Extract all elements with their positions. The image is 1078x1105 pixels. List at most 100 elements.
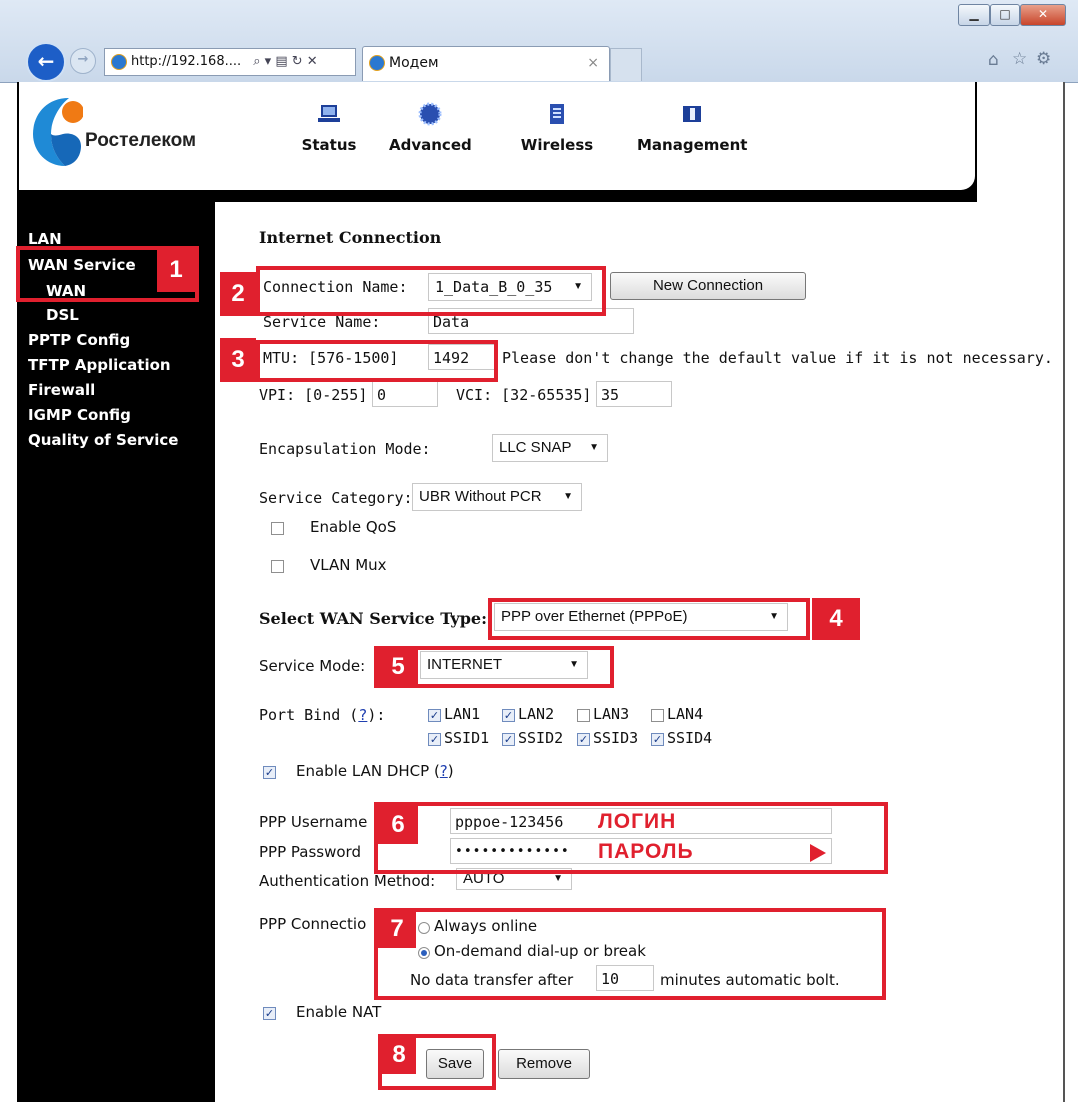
ssid2-checkbox[interactable]: ✓ (502, 733, 515, 746)
password-annotation-label: ПАРОЛЬ (598, 840, 694, 863)
annotation-badge-6: 6 (378, 806, 418, 844)
enable-lan-dhcp-checkbox[interactable]: ✓ (263, 766, 276, 779)
annotation-badge-2: 2 (220, 272, 256, 316)
lan2-label: LAN2 (518, 705, 555, 723)
new-connection-button[interactable]: New Connection (610, 272, 806, 300)
nav-wireless[interactable]: Wireless (517, 102, 597, 154)
enable-qos-label: Enable QoS (310, 518, 397, 536)
lan4-label: LAN4 (667, 705, 704, 723)
annotation-badge-5: 5 (378, 648, 418, 686)
address-bar[interactable]: http://192.168.... ⌕ ▾ ▤ ↻ ✕ (104, 48, 356, 76)
ssid4-label: SSID4 (667, 729, 713, 747)
vlan-mux-label: VLAN Mux (310, 556, 387, 574)
vpi-label: VPI: [0-255] (259, 386, 368, 404)
remove-button[interactable]: Remove (498, 1049, 590, 1079)
browser-tab[interactable]: Модем × (362, 46, 610, 81)
nav-management-label: Management (637, 136, 748, 154)
sidebar-item-firewall[interactable]: Firewall (28, 381, 95, 399)
service-category-select[interactable]: UBR Without PCR ▼ (412, 483, 582, 511)
sidebar-item-tftp[interactable]: TFTP Application (28, 356, 171, 374)
red-arrow-icon (810, 844, 826, 862)
lan1-checkbox[interactable]: ✓ (428, 709, 441, 722)
rostelecom-logo-icon (33, 98, 83, 166)
brand-name: Ростелеком (85, 130, 197, 151)
globe-icon (418, 102, 442, 126)
enable-nat-checkbox[interactable]: ✓ (263, 1007, 276, 1020)
lan1-label: LAN1 (444, 705, 481, 723)
back-arrow-icon: ← (37, 49, 55, 73)
port-bind-help-link[interactable]: ? (358, 706, 367, 724)
browser-chrome: ▁ □ ✕ ← → http://192.168.... ⌕ ▾ ▤ ↻ ✕ М… (0, 0, 1078, 83)
favorites-star-icon[interactable]: ☆ (1012, 49, 1027, 69)
ppp-connection-label: PPP Connectio (259, 915, 367, 933)
new-tab-button[interactable] (610, 48, 642, 81)
lan-dhcp-help-link[interactable]: ? (440, 762, 448, 780)
close-window-button[interactable]: ✕ (1020, 4, 1066, 26)
ssid4-checkbox[interactable]: ✓ (651, 733, 664, 746)
lan3-checkbox[interactable] (577, 709, 590, 722)
auth-method-label: Authentication Method: (259, 872, 436, 890)
ssid3-label: SSID3 (593, 729, 639, 747)
sidebar-item-qos[interactable]: Quality of Service (28, 431, 178, 449)
chevron-down-icon: ▼ (589, 442, 599, 453)
login-annotation-label: ЛОГИН (598, 810, 677, 833)
annotation-box-2 (256, 266, 606, 316)
annotation-badge-8: 8 (382, 1036, 416, 1074)
service-category-label: Service Category: (259, 489, 413, 507)
lan4-checkbox[interactable] (651, 709, 664, 722)
annotation-badge-7: 7 (378, 910, 416, 948)
forward-arrow-icon: → (77, 52, 89, 67)
encapsulation-value: LLC SNAP (499, 439, 572, 456)
ssid1-checkbox[interactable]: ✓ (428, 733, 441, 746)
vci-label: VCI: [32-65535] (456, 386, 592, 404)
laptop-icon (318, 105, 340, 122)
vci-input[interactable]: 35 (596, 381, 672, 407)
lan2-checkbox[interactable]: ✓ (502, 709, 515, 722)
enable-lan-dhcp-label: Enable LAN DHCP (?) (296, 762, 454, 780)
page-header: Ростелеком Status Advanced Wireless Mana… (19, 82, 975, 190)
maximize-button[interactable]: □ (990, 4, 1020, 26)
back-button[interactable]: ← (26, 42, 66, 82)
annotation-box-7 (374, 908, 886, 1000)
vlan-mux-checkbox[interactable] (271, 560, 284, 573)
home-icon[interactable]: ⌂ (988, 50, 999, 70)
ppp-username-label: PPP Username (259, 813, 368, 831)
tab-close-icon[interactable]: × (587, 47, 599, 79)
tab-favicon (369, 55, 385, 71)
ssid2-label: SSID2 (518, 729, 564, 747)
enable-qos-checkbox[interactable] (271, 522, 284, 535)
ppp-password-label: PPP Password (259, 843, 361, 861)
minimize-button[interactable]: ▁ (958, 4, 990, 26)
nav-wireless-label: Wireless (520, 136, 594, 154)
ie-page-icon (111, 53, 127, 70)
nav-status-label: Status (301, 136, 357, 154)
section-title: Internet Connection (259, 228, 442, 247)
port-bind-label: Port Bind (?): (259, 706, 386, 724)
service-category-value: UBR Without PCR (419, 488, 542, 505)
forward-button[interactable]: → (70, 48, 96, 74)
settings-gear-icon[interactable]: ⚙ (1036, 49, 1051, 69)
encapsulation-select[interactable]: LLC SNAP ▼ (492, 434, 608, 462)
annotation-badge-1: 1 (157, 248, 195, 292)
annotation-box-4 (488, 598, 810, 640)
vpi-input[interactable]: 0 (372, 381, 438, 407)
lan3-label: LAN3 (593, 705, 630, 723)
book-icon (683, 106, 701, 122)
enable-nat-label: Enable NAT (296, 1003, 382, 1021)
address-controls[interactable]: ⌕ ▾ ▤ ↻ ✕ (253, 54, 317, 69)
chevron-down-icon: ▼ (563, 491, 573, 502)
tab-title: Модем (389, 55, 439, 71)
nav-advanced-label: Advanced (389, 136, 472, 154)
annotation-badge-4: 4 (812, 598, 860, 640)
nav-advanced[interactable]: Advanced (389, 102, 472, 154)
nav-status[interactable]: Status (299, 102, 359, 154)
ssid3-checkbox[interactable]: ✓ (577, 733, 590, 746)
nav-management[interactable]: Management (637, 102, 747, 154)
mtu-hint: Please don't change the default value if… (502, 349, 1053, 367)
wan-service-type-label: Select WAN Service Type: (259, 609, 487, 628)
sidebar-item-pptp[interactable]: PPTP Config (28, 331, 130, 349)
sidebar-item-dsl[interactable]: DSL (46, 306, 79, 324)
sidebar-item-igmp[interactable]: IGMP Config (28, 406, 131, 424)
address-text: http://192.168.... (131, 54, 242, 69)
annotation-badge-3: 3 (220, 338, 256, 382)
